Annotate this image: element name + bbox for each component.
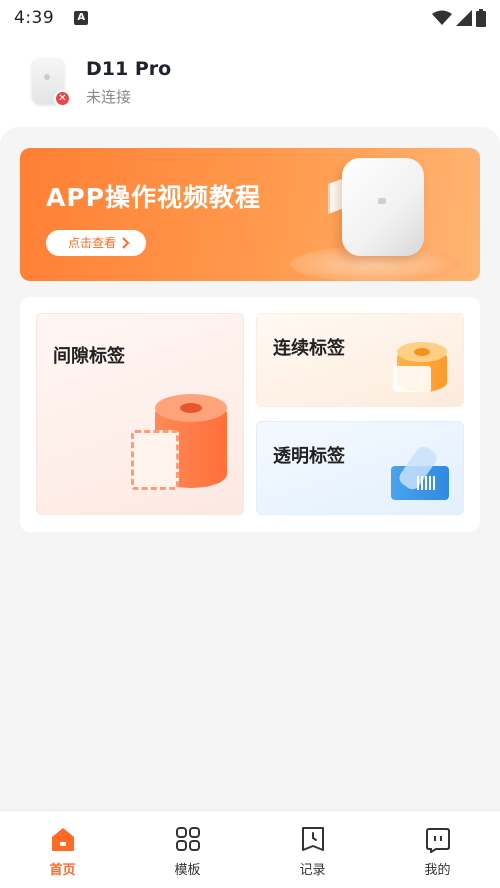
- record-icon: [301, 827, 324, 851]
- notification-indicator-icon: A: [74, 11, 89, 25]
- printer-button: [44, 74, 50, 80]
- printer-thumbnail: ✕: [28, 54, 72, 110]
- continuous-label-title: 连续标签: [273, 338, 345, 359]
- barcode-icon: [417, 476, 435, 490]
- continuous-label-card[interactable]: 连续标签: [256, 313, 464, 407]
- grid-icon: [175, 827, 200, 851]
- continuous-roll-strip: [393, 366, 431, 392]
- device-info: D11 Pro 未连接: [86, 58, 171, 107]
- status-time: 4:39: [14, 8, 55, 28]
- nav-item-profile[interactable]: 我的: [375, 811, 500, 888]
- connection-status: 未连接: [86, 87, 132, 106]
- disconnected-icon: ✕: [54, 90, 71, 107]
- nav-label-home: 首页: [49, 863, 76, 878]
- bottom-nav: 首页 模板 记录 我的: [0, 810, 500, 888]
- main-content: APP操作视频教程 点击查看 间隙标签 连续标签 透明标签: [0, 127, 500, 810]
- cellular-signal-icon: [456, 10, 472, 26]
- nav-item-records[interactable]: 记录: [250, 811, 375, 888]
- continuous-roll-hole: [414, 348, 430, 356]
- gap-roll-strip: [131, 430, 179, 490]
- gap-label-card[interactable]: 间隙标签: [36, 313, 244, 515]
- status-icons: [432, 9, 486, 27]
- transparent-label-title: 透明标签: [273, 446, 345, 467]
- nav-item-templates[interactable]: 模板: [125, 811, 250, 888]
- status-bar: 4:39 A: [0, 0, 500, 36]
- watch-tutorial-label: 点击查看: [68, 236, 117, 250]
- nav-item-home[interactable]: 首页: [0, 811, 125, 888]
- banner-title: APP操作视频教程: [46, 183, 261, 212]
- home-icon: [51, 828, 74, 851]
- tutorial-banner[interactable]: APP操作视频教程 点击查看: [20, 148, 480, 281]
- device-name: D11 Pro: [86, 57, 172, 80]
- banner-printer-image: [342, 158, 424, 256]
- banner-printer-button: [378, 198, 386, 204]
- profile-icon: [425, 828, 450, 853]
- device-header[interactable]: ✕ D11 Pro 未连接: [0, 36, 500, 128]
- chevron-right-icon: [122, 237, 130, 249]
- battery-icon: [476, 9, 486, 27]
- nav-label-profile: 我的: [424, 863, 451, 878]
- gap-label-title: 间隙标签: [53, 346, 125, 367]
- gap-roll-hole: [180, 403, 202, 413]
- nav-label-templates: 模板: [174, 863, 201, 878]
- nav-label-records: 记录: [299, 863, 326, 878]
- watch-tutorial-button[interactable]: 点击查看: [46, 230, 147, 256]
- wifi-icon: [432, 10, 452, 25]
- transparent-label-card[interactable]: 透明标签: [256, 421, 464, 515]
- label-type-panel: 间隙标签 连续标签 透明标签: [20, 297, 480, 532]
